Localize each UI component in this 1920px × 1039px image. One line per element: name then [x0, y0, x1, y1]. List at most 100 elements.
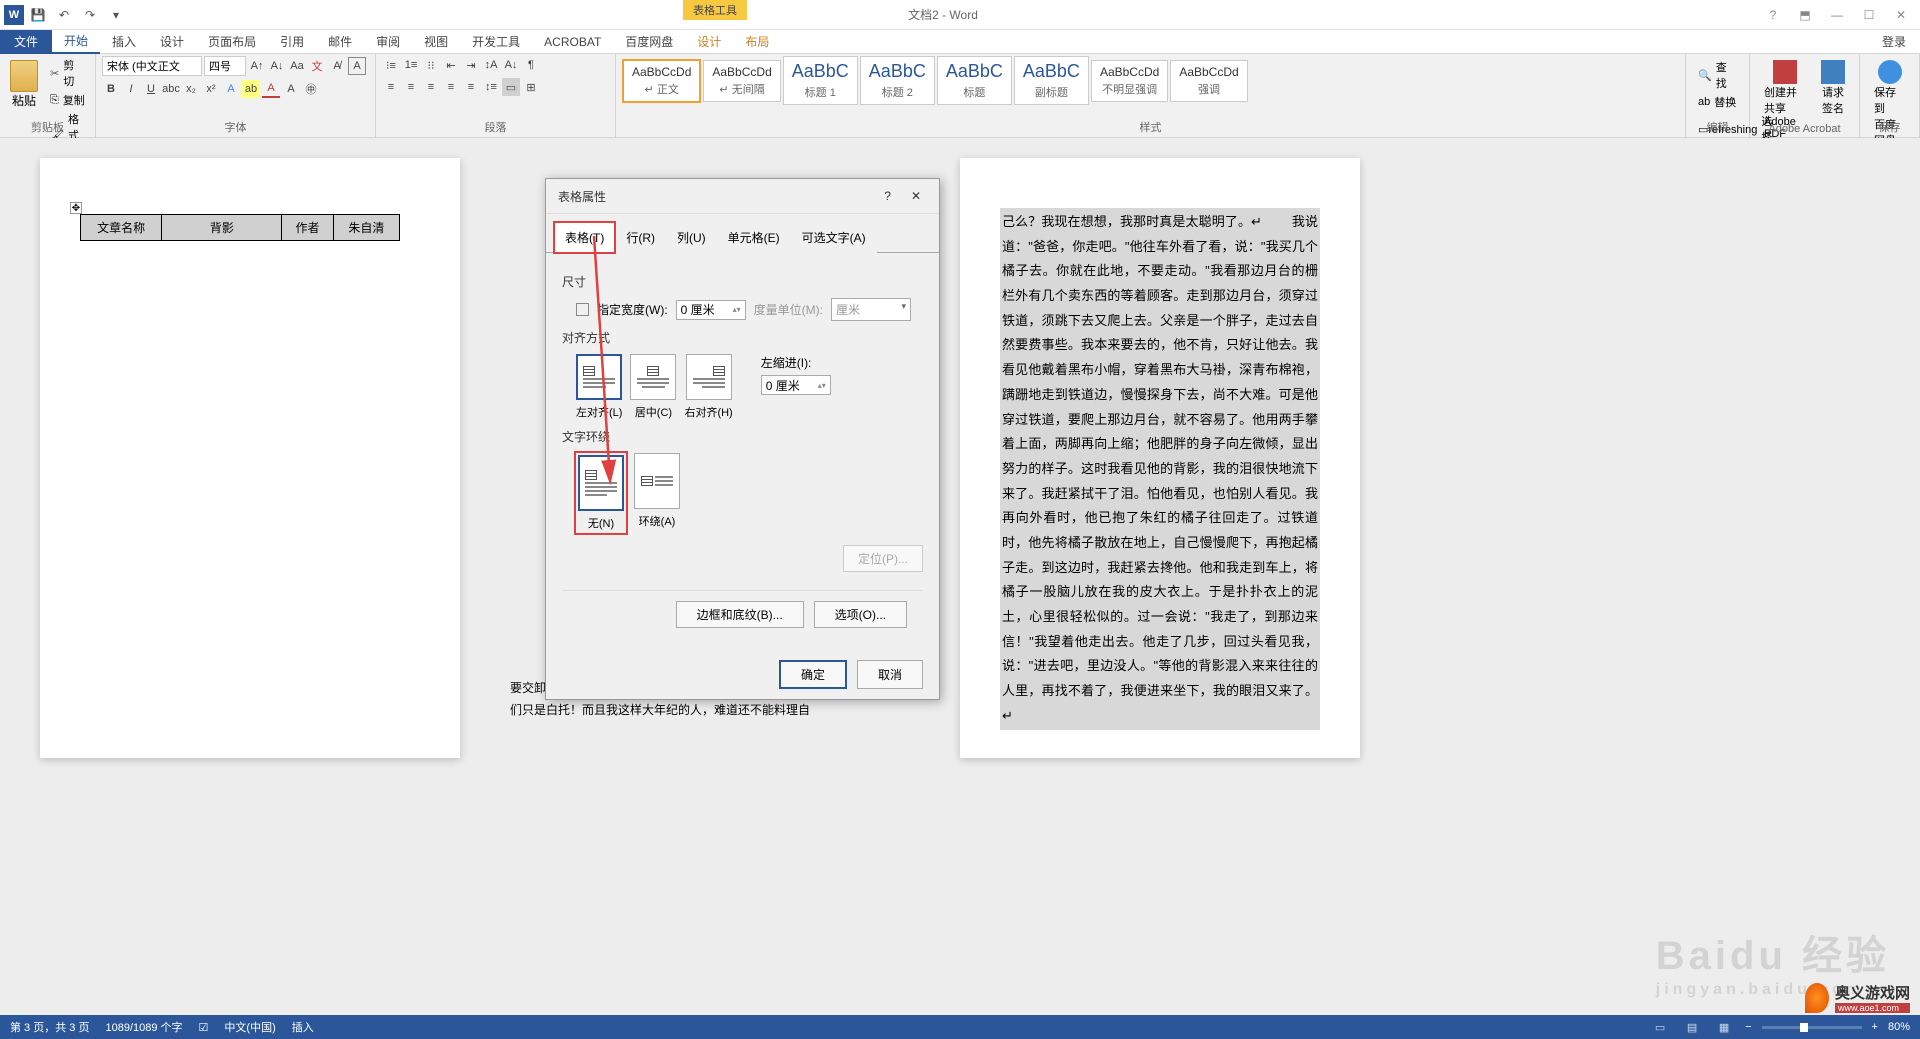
borders-icon[interactable]: ⊞ [522, 78, 540, 96]
tab-references[interactable]: 引用 [268, 30, 316, 54]
align-right-icon[interactable]: ≡ [422, 78, 440, 96]
ribbon-display-icon[interactable]: ⬒ [1790, 3, 1820, 27]
page-center-text[interactable]: 要交卸。又嘱托茶房好好照应我。我心里暗笑他的迂；他们只认得钱，托他们只是白托！而… [510, 678, 910, 995]
font-color-icon[interactable]: A [262, 80, 280, 98]
dialog-tab-cell[interactable]: 单元格(E) [717, 222, 791, 253]
text-direction-icon[interactable]: ↕A [482, 56, 500, 74]
table-row[interactable]: 文章名称 背影 作者 朱自清 [81, 215, 400, 241]
style-item[interactable]: AaBbC标题 2 [860, 56, 935, 105]
zoom-out-icon[interactable]: − [1745, 1021, 1751, 1033]
zoom-slider[interactable] [1762, 1026, 1862, 1029]
tab-file[interactable]: 文件 [0, 30, 52, 54]
tab-review[interactable]: 审阅 [364, 30, 412, 54]
replace-button[interactable]: ab替换 [1694, 93, 1741, 111]
tab-design[interactable]: 设计 [148, 30, 196, 54]
qat-customize-icon[interactable]: ▾ [104, 3, 128, 27]
indent-spinner[interactable]: ▴▾ [761, 375, 831, 395]
superscript-button[interactable]: x² [202, 80, 220, 98]
wrap-around-option[interactable]: 环绕(A) [634, 453, 680, 533]
find-button[interactable]: 🔍查找 [1694, 58, 1741, 92]
dialog-tab-column[interactable]: 列(U) [666, 222, 717, 253]
language-indicator[interactable]: 中文(中国) [224, 1019, 275, 1035]
sort-icon[interactable]: A↓ [502, 56, 520, 74]
unit-combo[interactable]: 厘米 [831, 298, 911, 321]
increase-indent-icon[interactable]: ⇥ [462, 56, 480, 74]
show-marks-icon[interactable]: ¶ [522, 56, 540, 74]
minimize-icon[interactable]: — [1822, 3, 1852, 27]
multilevel-list-icon[interactable]: ⁝⁝ [422, 56, 440, 74]
clear-format-icon[interactable]: A̸ [328, 57, 346, 75]
tab-insert[interactable]: 插入 [100, 30, 148, 54]
tab-acrobat[interactable]: ACROBAT [532, 30, 613, 54]
spell-check-icon[interactable]: ☑ [199, 1021, 209, 1034]
tab-table-layout[interactable]: 布局 [733, 30, 781, 54]
ok-button[interactable]: 确定 [779, 660, 847, 689]
bullets-icon[interactable]: ⁝≡ [382, 56, 400, 74]
grow-font-icon[interactable]: A↑ [248, 57, 266, 75]
justify-icon[interactable]: ≡ [442, 78, 460, 96]
dialog-tab-alt[interactable]: 可选文字(A) [791, 222, 877, 253]
width-spinner[interactable]: ▴▾ [676, 300, 746, 320]
char-shading-icon[interactable]: A [282, 80, 300, 98]
tab-home[interactable]: 开始 [52, 30, 100, 54]
print-layout-icon[interactable]: ▤ [1681, 1018, 1703, 1036]
zoom-level[interactable]: 80% [1888, 1021, 1910, 1033]
page-left[interactable]: ✥ 文章名称 背影 作者 朱自清 [40, 158, 460, 758]
font-name-select[interactable]: 宋体 (中文正文 [102, 56, 202, 76]
change-case-icon[interactable]: Aa [288, 57, 306, 75]
cancel-button[interactable]: 取消 [857, 660, 923, 689]
web-layout-icon[interactable]: ▦ [1713, 1018, 1735, 1036]
page-indicator[interactable]: 第 3 页，共 3 页 [10, 1019, 89, 1035]
read-mode-icon[interactable]: ▭ [1649, 1018, 1671, 1036]
align-left-option[interactable]: 左对齐(L) [576, 354, 622, 420]
bold-button[interactable]: B [102, 80, 120, 98]
login-link[interactable]: 登录 [1868, 29, 1920, 54]
table-cell[interactable]: 文章名称 [81, 215, 162, 241]
decrease-indent-icon[interactable]: ⇤ [442, 56, 460, 74]
table-move-handle-icon[interactable]: ✥ [70, 202, 82, 214]
maximize-icon[interactable]: ☐ [1854, 3, 1884, 27]
borders-shading-button[interactable]: 边框和底纹(B)... [676, 601, 804, 628]
options-button[interactable]: 选项(O)... [814, 601, 907, 628]
insert-mode[interactable]: 插入 [292, 1019, 314, 1035]
align-center-option[interactable]: 居中(C) [630, 354, 676, 420]
enclose-char-icon[interactable]: ㊥ [302, 80, 320, 98]
numbering-icon[interactable]: 1≡ [402, 56, 420, 74]
style-item[interactable]: AaBbCcDd↵ 正文 [622, 59, 701, 103]
qat-save-icon[interactable]: 💾 [26, 3, 50, 27]
tab-layout[interactable]: 页面布局 [196, 30, 268, 54]
tab-baidu[interactable]: 百度网盘 [613, 30, 685, 54]
document-body-text[interactable]: 己么？我现在想想，我那时真是太聪明了。↵ 我说道："爸爸，你走吧。"他往车外看了… [1000, 208, 1320, 730]
style-item[interactable]: AaBbC标题 1 [783, 56, 858, 105]
line-spacing-icon[interactable]: ↕≡ [482, 78, 500, 96]
help-icon[interactable]: ? [1758, 3, 1788, 27]
styles-gallery[interactable]: AaBbCcDd↵ 正文AaBbCcDd↵ 无间隔AaBbC标题 1AaBbC标… [622, 56, 1679, 105]
document-area[interactable]: ✥ 文章名称 背影 作者 朱自清 要交卸。又嘱托茶房好好照应我。我心里暗笑他的迂… [0, 138, 1920, 1015]
highlight-icon[interactable]: ab [242, 80, 260, 98]
underline-button[interactable]: U [142, 80, 160, 98]
style-item[interactable]: AaBbCcDd强调 [1170, 60, 1247, 102]
qat-redo-icon[interactable]: ↷ [78, 3, 102, 27]
specify-width-checkbox[interactable] [576, 303, 589, 316]
tab-devtools[interactable]: 开发工具 [460, 30, 532, 54]
italic-button[interactable]: I [122, 80, 140, 98]
table-cell[interactable]: 朱自清 [333, 215, 399, 241]
phonetic-guide-icon[interactable]: 文 [308, 57, 326, 75]
shading-icon[interactable]: ▭ [502, 78, 520, 96]
document-table[interactable]: 文章名称 背影 作者 朱自清 [80, 214, 400, 241]
close-icon[interactable]: ✕ [1886, 3, 1916, 27]
style-item[interactable]: AaBbCcDd不明显强调 [1091, 60, 1168, 102]
dialog-tab-table[interactable]: 表格(T) [554, 222, 615, 253]
align-center-icon[interactable]: ≡ [402, 78, 420, 96]
copy-button[interactable]: ⎘复制 [46, 91, 89, 109]
table-cell[interactable]: 作者 [282, 215, 333, 241]
style-item[interactable]: AaBbC副标题 [1014, 56, 1089, 105]
dialog-close-icon[interactable]: ✕ [905, 187, 927, 205]
font-size-select[interactable]: 四号 [204, 56, 246, 76]
zoom-in-icon[interactable]: + [1872, 1021, 1878, 1033]
cut-button[interactable]: ✂剪切 [46, 56, 89, 90]
word-count[interactable]: 1089/1089 个字 [105, 1019, 182, 1035]
table-cell[interactable]: 背影 [162, 215, 282, 241]
strikethrough-button[interactable]: abc [162, 80, 180, 98]
shrink-font-icon[interactable]: A↓ [268, 57, 286, 75]
